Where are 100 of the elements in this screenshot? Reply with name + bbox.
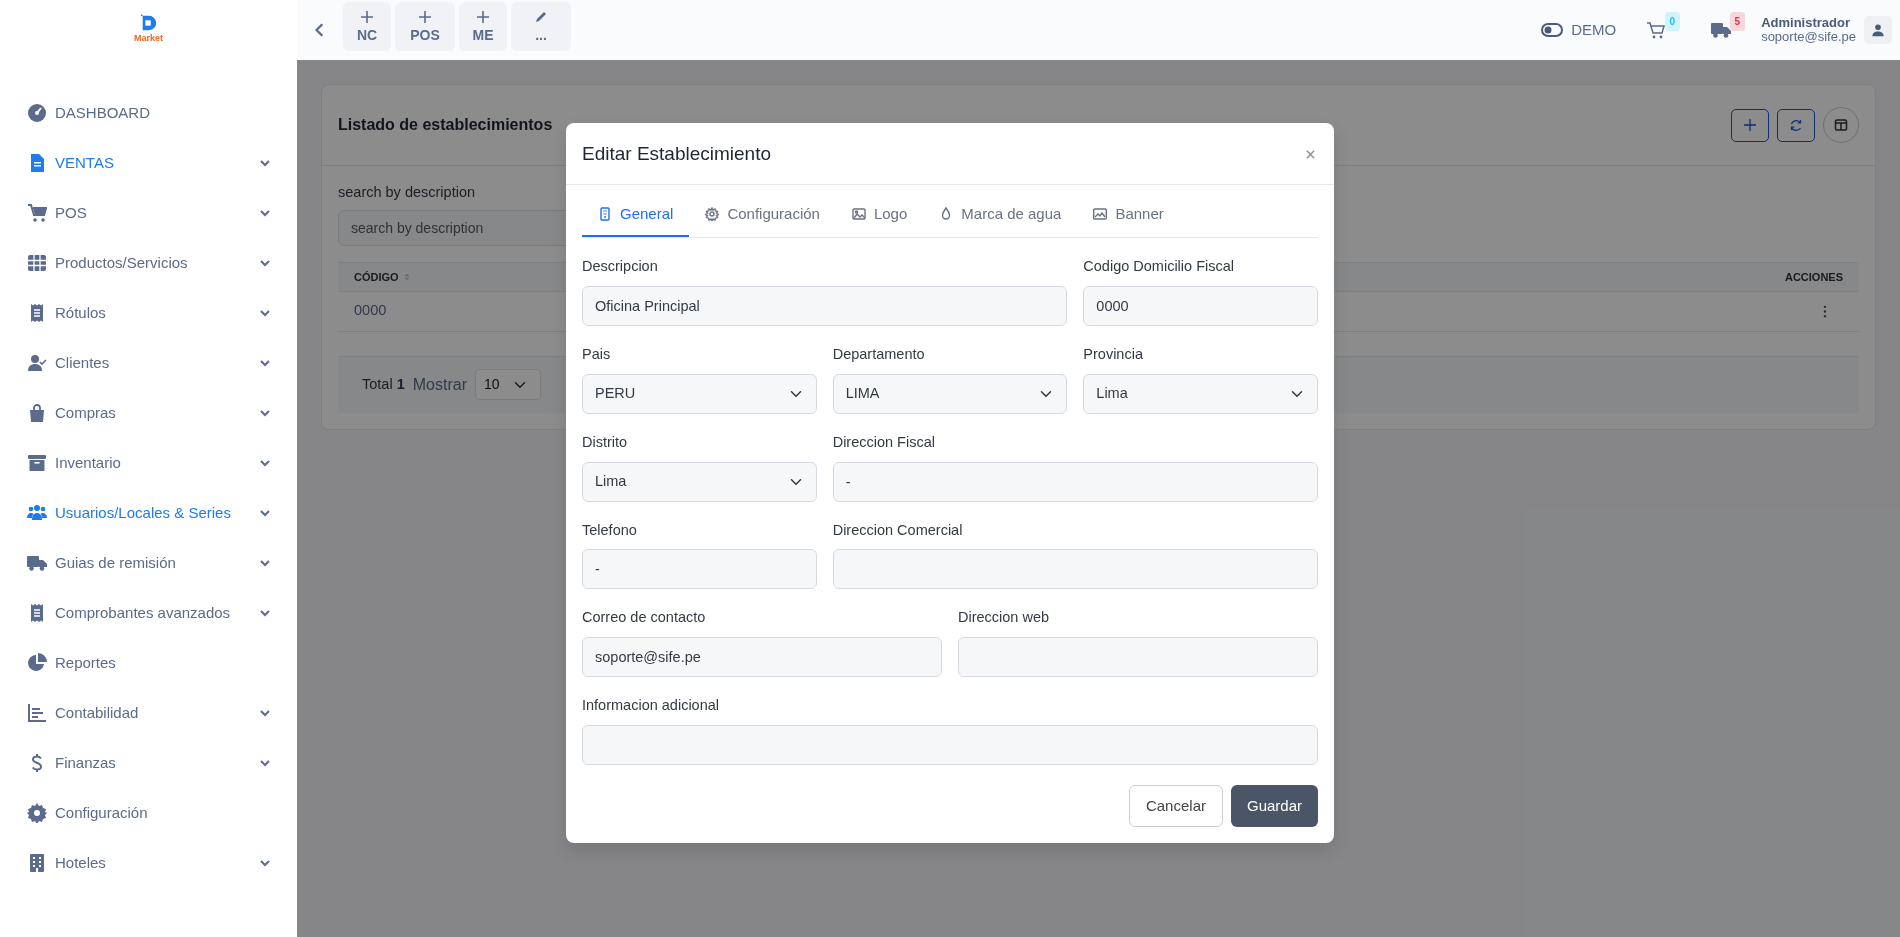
field-label: Pais: [582, 345, 611, 365]
field-label: Departamento: [832, 345, 925, 365]
sidebar-item[interactable]: DASHBOARD: [0, 88, 297, 138]
select-field[interactable]: Lima: [582, 461, 817, 502]
users-icon: [27, 503, 47, 523]
input-field[interactable]: -: [582, 549, 817, 590]
user-check-icon: [27, 353, 47, 373]
kebab-menu-button[interactable]: [1823, 304, 1827, 318]
field-label: Direccion Fiscal: [832, 432, 935, 452]
page-size-select[interactable]: 10: [475, 369, 541, 401]
image-icon: [851, 207, 866, 222]
settings-icon: [705, 207, 720, 222]
field-label: Provincia: [1083, 345, 1143, 365]
sidebar-item[interactable]: VENTAS: [0, 138, 297, 188]
plus-icon: [418, 10, 432, 24]
input-field[interactable]: -: [832, 461, 1318, 502]
field-label: Telefono: [582, 520, 637, 540]
quick-action-button[interactable]: NC: [343, 1, 391, 51]
input-field[interactable]: [958, 637, 1318, 678]
sidebar-item[interactable]: Finanzas: [0, 738, 297, 788]
tab[interactable]: Logo: [835, 192, 924, 238]
bar-chart-icon: [27, 703, 47, 723]
field-label: Informacion adicional: [582, 696, 720, 716]
bag-icon: [27, 403, 47, 423]
refresh-icon: [1789, 118, 1803, 132]
input-field[interactable]: [832, 549, 1318, 590]
field-label: Correo de contacto: [582, 608, 706, 628]
sidebar-item[interactable]: Clientes: [0, 338, 297, 388]
user-icon: [1871, 23, 1885, 37]
plus-icon: [360, 10, 374, 24]
cart-icon: [27, 203, 47, 223]
truck-icon: [1711, 20, 1732, 40]
input-field[interactable]: 0000: [1083, 286, 1318, 327]
sort-icon: [402, 271, 411, 282]
columns-icon: [1834, 118, 1848, 132]
column-header[interactable]: CÓDIGO: [354, 268, 399, 285]
total-text: Total 1: [362, 374, 405, 394]
select-field[interactable]: Lima: [1083, 373, 1318, 414]
sidebar-item[interactable]: Inventario: [0, 438, 297, 488]
tab[interactable]: Banner: [1077, 192, 1180, 238]
user-name: Administrador: [1761, 15, 1851, 30]
pie-chart-icon: [27, 653, 47, 673]
demo-toggle[interactable]: DEMO: [1541, 18, 1617, 42]
select-field[interactable]: LIMA: [832, 373, 1068, 414]
sidebar-item[interactable]: Hoteles: [0, 838, 297, 888]
column-header: ACCIONES: [1784, 269, 1843, 285]
field-label: Direccion web: [958, 608, 1050, 628]
cancel-button[interactable]: Cancelar: [1128, 784, 1223, 827]
truck-button[interactable]: [1711, 20, 1732, 40]
add-button[interactable]: [1731, 108, 1769, 142]
user-email: soporte@sife.pe: [1761, 30, 1856, 45]
field-label: Codigo Domicilio Fiscal: [1083, 257, 1234, 277]
refresh-button[interactable]: [1777, 108, 1815, 142]
building-icon: [598, 207, 612, 222]
input-field[interactable]: soporte@sife.pe: [582, 637, 942, 678]
sidebar-item[interactable]: Compras: [0, 388, 297, 438]
box-icon: [27, 453, 47, 473]
tab[interactable]: Marca de agua: [923, 192, 1078, 238]
select-field[interactable]: PERU: [582, 373, 817, 414]
logo-icon: [138, 14, 159, 33]
quick-action-button[interactable]: ME: [459, 1, 507, 51]
tab[interactable]: General: [582, 192, 690, 238]
count-badge: 0: [1664, 12, 1681, 31]
columns-button[interactable]: [1823, 107, 1859, 143]
count-badge: 5: [1729, 12, 1746, 31]
grid-icon: [27, 253, 47, 273]
show-label: Mostrar: [412, 374, 467, 395]
sidebar-item[interactable]: Rótulos: [0, 288, 297, 338]
sidebar-item[interactable]: Comprobantes avanzados: [0, 588, 297, 638]
field-label: Distrito: [582, 432, 628, 452]
input-field[interactable]: Oficina Principal: [582, 286, 1068, 327]
sidebar-item[interactable]: Usuarios/Locales & Series: [0, 488, 297, 538]
search-label: search by description: [338, 183, 476, 202]
gauge-icon: [27, 103, 47, 123]
truck-icon: [27, 553, 47, 573]
page-title: Listado de establecimientos: [338, 115, 554, 135]
sidebar-item[interactable]: Contabilidad: [0, 688, 297, 738]
table-cell-text: 0000: [354, 301, 387, 321]
banner-icon: [1093, 207, 1108, 222]
plus-icon: [1743, 118, 1757, 132]
cart-button[interactable]: [1646, 20, 1667, 40]
avatar-button[interactable]: [1864, 16, 1892, 44]
building-icon: [27, 853, 47, 873]
save-button[interactable]: Guardar: [1230, 784, 1318, 827]
sidebar-item[interactable]: Productos/Servicios: [0, 238, 297, 288]
sidebar-item[interactable]: POS: [0, 188, 297, 238]
quick-action-button[interactable]: POS: [395, 1, 455, 51]
quick-action-button[interactable]: ...: [511, 1, 571, 51]
sidebar-item[interactable]: Guias de remisión: [0, 538, 297, 588]
settings-icon: [27, 803, 47, 823]
sidebar-item[interactable]: Configuración: [0, 788, 297, 838]
pencil-icon: [534, 10, 548, 24]
input-field[interactable]: [582, 724, 1318, 765]
close-icon: [1304, 148, 1316, 160]
plus-icon: [476, 10, 490, 24]
logo-text: Market: [134, 32, 163, 46]
field-label: Direccion Comercial: [832, 520, 963, 540]
toggle-icon: [1541, 23, 1564, 37]
sidebar-item[interactable]: Reportes: [0, 638, 297, 688]
modal-title: Editar Establecimiento: [582, 143, 772, 166]
